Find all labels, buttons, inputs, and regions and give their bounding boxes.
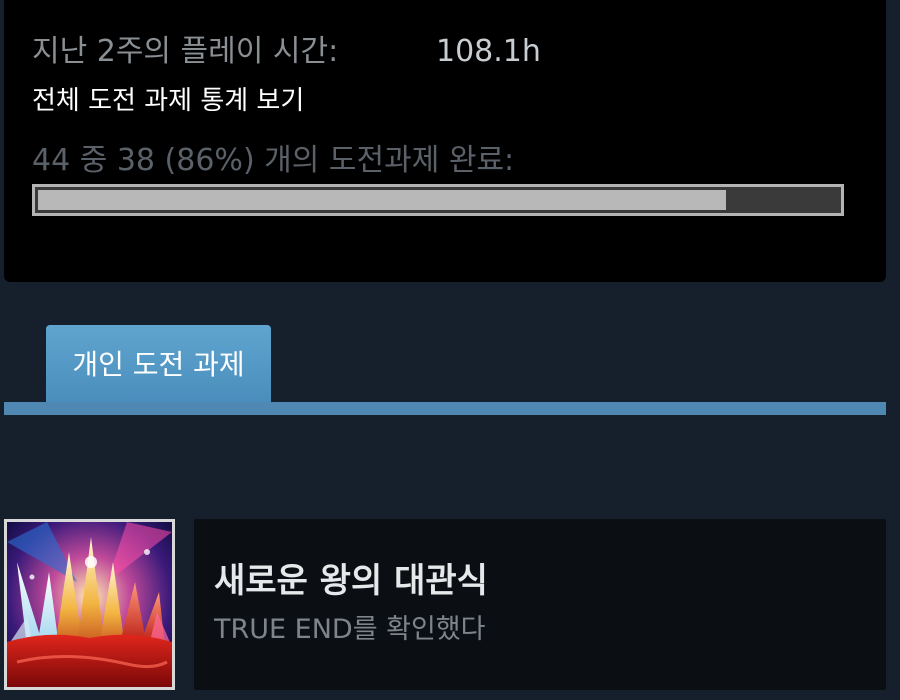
achievements-page: 지난 2주의 플레이 시간: 108.1h 전체 도전 과제 통계 보기 44 … — [0, 0, 900, 700]
achievement-card[interactable]: 새로운 왕의 대관식 TRUE END를 확인했다 — [194, 519, 886, 690]
tab-bar-underline — [4, 402, 886, 415]
playtime-value: 108.1h — [436, 34, 541, 69]
playtime-label: 지난 2주의 플레이 시간: — [32, 34, 339, 69]
view-all-stats-link[interactable]: 전체 도전 과제 통계 보기 — [32, 82, 304, 120]
stats-panel: 지난 2주의 플레이 시간: 108.1h 전체 도전 과제 통계 보기 44 … — [4, 0, 886, 282]
achievement-icon-art — [7, 522, 172, 687]
achievement-description: TRUE END를 확인했다 — [214, 614, 486, 645]
progress-bar-fill — [38, 190, 726, 210]
tab-label: 개인 도전 과제 — [72, 348, 245, 381]
achievement-progress-text: 44 중 38 (86%) 개의 도전과제 완료: — [32, 143, 515, 178]
achievement-title: 새로운 왕의 대관식 — [214, 561, 488, 601]
achievement-progress-bar — [32, 184, 844, 216]
crown-spikes-icon — [4, 519, 175, 690]
tab-personal-achievements[interactable]: 개인 도전 과제 — [46, 325, 271, 405]
